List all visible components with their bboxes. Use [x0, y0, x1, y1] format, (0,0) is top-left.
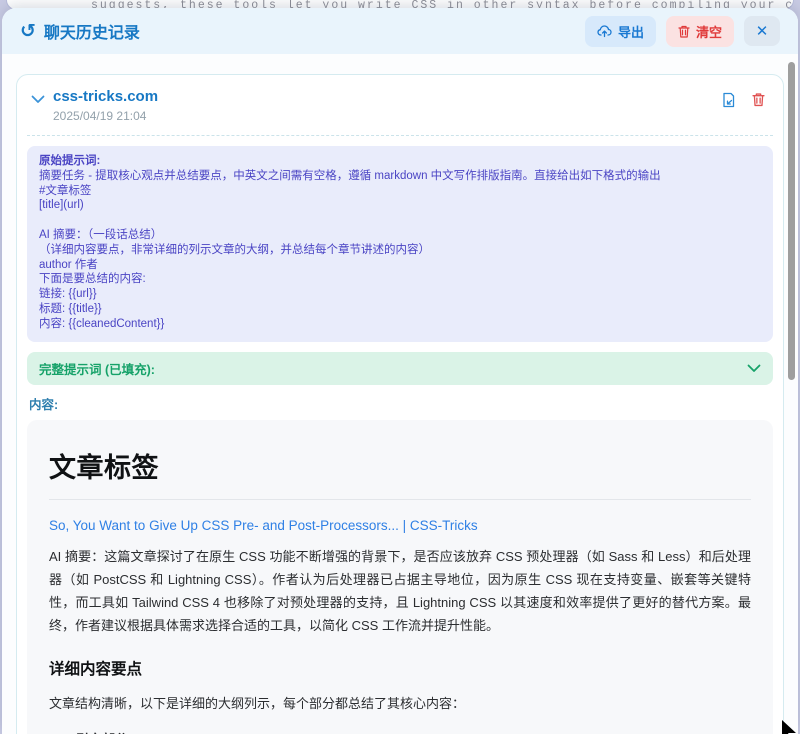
- close-icon: ✕: [756, 22, 769, 40]
- content-label: 内容:: [29, 394, 771, 413]
- record-timestamp: 2025/04/19 21:04: [53, 109, 158, 123]
- article-outline-list: 引言部分： 这部分介绍了 CSS 预处理器和后处理器的背景。文章指出，早期的原生…: [49, 728, 751, 734]
- article-summary: AI 摘要：这篇文章探讨了在原生 CSS 功能不断增强的背景下，是否应该放弃 C…: [49, 545, 751, 637]
- article-details-intro: 文章结构清晰，以下是详细的大纲列示，每个部分都总结了其核心内容：: [49, 692, 751, 715]
- record-collapse-chevron-icon[interactable]: [31, 91, 45, 109]
- scrollbar-thumb[interactable]: [788, 62, 795, 380]
- trash-icon: [678, 25, 690, 38]
- original-prompt-text: 摘要任务 - 提取核心观点并总结要点，中英文之间需有空格，遵循 markdown…: [39, 170, 661, 330]
- filled-prompt-toggle[interactable]: 完整提示词 (已填充):: [27, 352, 773, 385]
- record-header: css-tricks.com 2025/04/19 21:04: [27, 88, 773, 123]
- export-button[interactable]: 导出: [585, 16, 656, 47]
- record-export-icon[interactable]: [721, 92, 736, 108]
- history-record-card: css-tricks.com 2025/04/19 21:04: [16, 74, 784, 734]
- modal-title-wrap: ↺ 聊天历史记录: [20, 19, 140, 43]
- cloud-export-icon: [597, 25, 612, 38]
- chat-history-modal: ↺ 聊天历史记录 导出 清空: [2, 8, 798, 734]
- original-prompt-block: 原始提示词: 摘要任务 - 提取核心观点并总结要点，中英文之间需有空格，遵循 m…: [27, 146, 773, 342]
- modal-title: 聊天历史记录: [44, 19, 140, 43]
- clear-button[interactable]: 清空: [666, 16, 734, 47]
- article-source-link[interactable]: So, You Want to Give Up CSS Pre- and Pos…: [49, 518, 478, 533]
- record-delete-icon[interactable]: [752, 92, 765, 108]
- header-actions: 导出 清空 ✕: [585, 16, 780, 47]
- list-item: 引言部分： 这部分介绍了 CSS 预处理器和后处理器的背景。文章指出，早期的原生…: [76, 728, 751, 734]
- record-meta: css-tricks.com 2025/04/19 21:04: [53, 88, 158, 123]
- export-button-label: 导出: [618, 22, 644, 41]
- article-details-heading: 详细内容要点: [49, 657, 751, 679]
- article-content: 文章标签 So, You Want to Give Up CSS Pre- an…: [27, 420, 773, 734]
- clear-button-label: 清空: [696, 22, 722, 41]
- record-divider: [27, 135, 773, 136]
- record-site-link[interactable]: css-tricks.com: [53, 88, 158, 105]
- modal-body: css-tricks.com 2025/04/19 21:04: [2, 54, 798, 734]
- close-button[interactable]: ✕: [744, 16, 780, 46]
- mouse-cursor-icon: [776, 716, 798, 734]
- history-icon: ↺: [20, 22, 36, 41]
- record-actions: [721, 88, 773, 108]
- modal-header: ↺ 聊天历史记录 导出 清空: [2, 8, 798, 54]
- original-prompt-label: 原始提示词:: [39, 155, 100, 167]
- chevron-down-icon: [747, 364, 761, 373]
- filled-prompt-label: 完整提示词 (已填充):: [39, 359, 155, 378]
- article-heading: 文章标签: [49, 446, 751, 500]
